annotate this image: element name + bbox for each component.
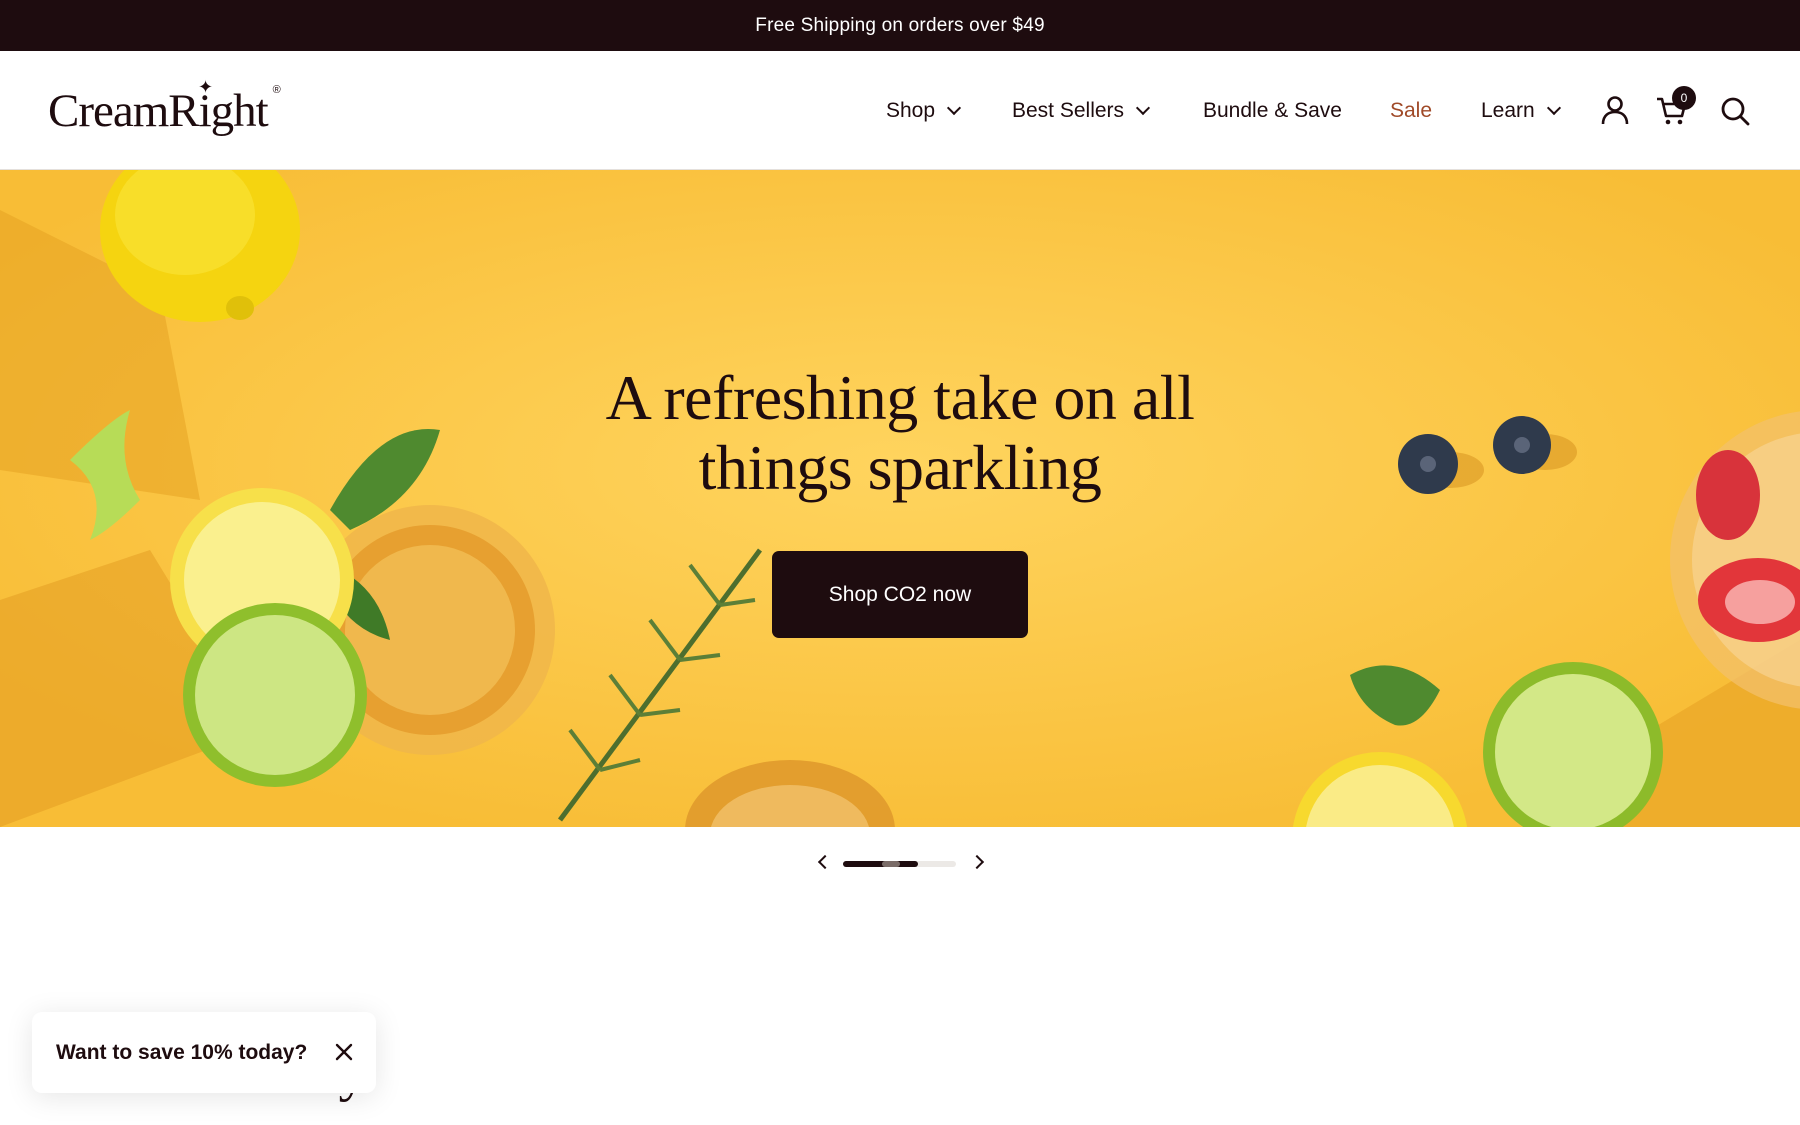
brand-name: CreamRight (48, 85, 269, 137)
brand-logo[interactable]: CreamRight ✦ ® (48, 77, 281, 138)
chevron-down-icon (946, 100, 962, 115)
slider-progress-fill (843, 861, 918, 867)
slider-progress-knob (882, 861, 900, 867)
hero-title-line-2: things sparkling (698, 432, 1102, 503)
nav-item-bundle-save[interactable]: Bundle & Save (1203, 51, 1342, 170)
announcement-bar: Free Shipping on orders over $49 (0, 0, 1800, 51)
discount-popup[interactable]: Want to save 10% today? (32, 1012, 376, 1093)
chevron-right-icon[interactable] (969, 854, 985, 870)
hero-banner: A refreshing take on all things sparklin… (0, 170, 1800, 827)
nav-label-shop: Shop (886, 98, 936, 122)
site-header: CreamRight ✦ ® Shop Best Sellers Bundle … (0, 51, 1800, 170)
nav-label-sale: Sale (1390, 98, 1433, 122)
nav-item-learn[interactable]: Learn (1481, 51, 1561, 170)
hero-title-line-1: A refreshing take on all (605, 362, 1195, 433)
slider-controls (0, 852, 1800, 876)
chevron-left-icon[interactable] (817, 854, 833, 870)
sparkle-icon: ✦ (198, 77, 213, 97)
nav-label-bundle-save: Bundle & Save (1203, 98, 1342, 122)
shop-co2-button[interactable]: Shop CO2 now (772, 551, 1028, 638)
slider-progress-track[interactable] (843, 861, 956, 867)
nav-label-learn: Learn (1481, 98, 1535, 122)
nav-label-best-sellers: Best Sellers (1012, 98, 1125, 122)
chevron-down-icon (1135, 100, 1151, 115)
nav-item-sale[interactable]: Sale (1390, 51, 1432, 170)
nav-item-shop[interactable]: Shop (886, 51, 962, 170)
close-icon[interactable] (331, 1039, 357, 1065)
discount-popup-text: Want to save 10% today? (56, 1040, 308, 1064)
hero-title: A refreshing take on all things sparklin… (0, 363, 1800, 503)
cart-count-badge: 0 (1672, 86, 1696, 110)
nav-item-best-sellers[interactable]: Best Sellers (1012, 51, 1151, 170)
account-icon[interactable] (1598, 93, 1632, 127)
registered-mark: ® (272, 84, 281, 96)
chevron-down-icon (1546, 100, 1561, 115)
announcement-text: Free Shipping on orders over $49 (755, 14, 1045, 36)
search-icon[interactable] (1718, 94, 1752, 128)
